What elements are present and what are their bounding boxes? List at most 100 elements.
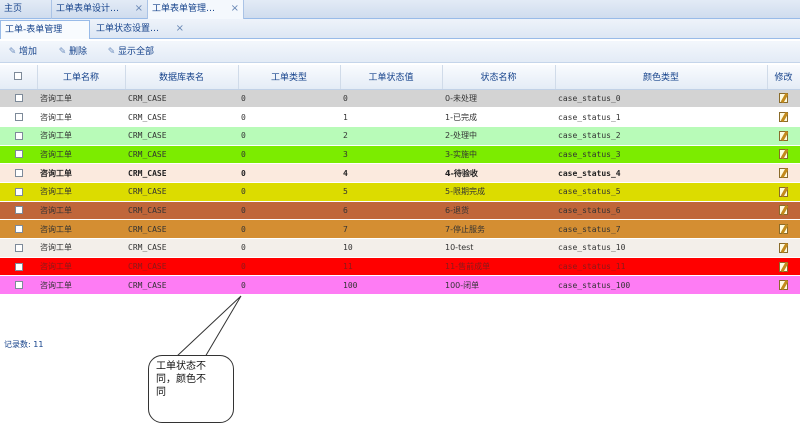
cell-color-type: case_status_5: [555, 182, 767, 202]
row-checkbox[interactable]: [0, 89, 37, 109]
edit-icon[interactable]: [767, 145, 800, 165]
cell-table: CRM_CASE: [125, 126, 238, 146]
close-icon[interactable]: ×: [135, 0, 143, 18]
cell-name: 咨询工单: [37, 107, 125, 127]
table-row[interactable]: 咨询工单 CRM_CASE 0 3 3-实施中 case_status_3: [0, 145, 800, 165]
col-header-name[interactable]: 工单名称: [37, 65, 126, 90]
close-icon[interactable]: ×: [231, 0, 239, 18]
table-row[interactable]: 咨询工单 CRM_CASE 0 0 0-未处理 case_status_0: [0, 89, 800, 109]
annotation-callout: 工单状态不 同，颜色不 同: [148, 355, 234, 423]
row-checkbox[interactable]: [0, 163, 37, 183]
cell-status-value: 2: [340, 126, 442, 146]
edit-icon[interactable]: [767, 201, 800, 221]
tab-form-manage[interactable]: 工单表单管理… ×: [148, 0, 244, 19]
cell-type: 0: [238, 126, 340, 146]
show-all-button-label: 显示全部: [118, 47, 155, 57]
cell-color-type: case_status_7: [555, 219, 767, 239]
cell-status-name: 10-test: [442, 238, 555, 258]
row-checkbox[interactable]: [0, 238, 37, 258]
add-button[interactable]: ✎ 增加: [8, 45, 37, 59]
row-checkbox[interactable]: [0, 219, 37, 239]
row-checkbox[interactable]: [0, 107, 37, 127]
cell-type: 0: [238, 163, 340, 183]
cell-status-name: 4-待验收: [442, 163, 555, 183]
grid-body: 咨询工单 CRM_CASE 0 0 0-未处理 case_status_0 咨询工单 CRM_…: [0, 89, 800, 296]
cell-name: 咨询工单: [37, 201, 125, 221]
edit-icon[interactable]: [767, 89, 800, 109]
show-all-button[interactable]: ✎ 显示全部: [107, 45, 154, 59]
col-header-status-name[interactable]: 状态名称: [442, 65, 556, 90]
table-row[interactable]: 咨询工单 CRM_CASE 0 1 1-已完成 case_status_1: [0, 107, 800, 127]
cell-status-name: 2-处理中: [442, 126, 555, 146]
cell-status-value: 10: [340, 238, 442, 258]
cell-type: 0: [238, 89, 340, 109]
cell-name: 咨询工单: [37, 163, 125, 183]
cell-name: 咨询工单: [37, 257, 125, 277]
table-row[interactable]: 咨询工单 CRM_CASE 0 10 10-test case_status_10: [0, 238, 800, 258]
cell-type: 0: [238, 145, 340, 165]
add-icon: ✎: [8, 47, 17, 57]
edit-icon[interactable]: [767, 275, 800, 296]
edit-icon[interactable]: [767, 163, 800, 183]
row-checkbox[interactable]: [0, 275, 37, 296]
edit-icon[interactable]: [767, 219, 800, 239]
row-checkbox[interactable]: [0, 145, 37, 165]
col-header-status-value[interactable]: 工单状态值: [340, 65, 443, 90]
tab-form-manage-label: 工单表单管理…: [152, 4, 216, 14]
cell-color-type: case_status_10: [555, 238, 767, 258]
table-row[interactable]: 咨询工单 CRM_CASE 0 6 6-退货 case_status_6: [0, 201, 800, 221]
cell-status-value: 3: [340, 145, 442, 165]
row-checkbox[interactable]: [0, 257, 37, 277]
table-row[interactable]: 咨询工单 CRM_CASE 0 2 2-处理中 case_status_2: [0, 126, 800, 146]
table-row[interactable]: 咨询工单 CRM_CASE 0 11 11-售前成单 case_status_11: [0, 257, 800, 277]
cell-status-value: 4: [340, 163, 442, 183]
col-header-table[interactable]: 数据库表名: [125, 65, 239, 90]
cell-name: 咨询工单: [37, 126, 125, 146]
cell-status-value: 1: [340, 107, 442, 127]
col-header-edit: 修改: [767, 65, 800, 90]
cell-color-type: case_status_0: [555, 89, 767, 109]
subtab-status-settings[interactable]: 工单状态设置… ×: [92, 20, 188, 39]
cell-color-type: case_status_11: [555, 257, 767, 277]
edit-icon[interactable]: [767, 238, 800, 258]
col-header-color-type[interactable]: 颜色类型: [555, 65, 768, 90]
cell-color-type: case_status_100: [555, 275, 767, 296]
col-header-type[interactable]: 工单类型: [238, 65, 341, 90]
cell-type: 0: [238, 257, 340, 277]
table-row[interactable]: 咨询工单 CRM_CASE 0 5 5-限期完成 case_status_5: [0, 182, 800, 202]
select-all-checkbox[interactable]: [0, 65, 38, 90]
edit-icon[interactable]: [767, 182, 800, 202]
table-row[interactable]: 咨询工单 CRM_CASE 0 7 7-停止服务 case_status_7: [0, 219, 800, 239]
cell-table: CRM_CASE: [125, 201, 238, 221]
cell-type: 0: [238, 238, 340, 258]
row-checkbox[interactable]: [0, 126, 37, 146]
cell-status-name: 3-实施中: [442, 145, 555, 165]
record-count: 记录数: 11: [4, 340, 44, 349]
cell-name: 咨询工单: [37, 182, 125, 202]
tab-form-design[interactable]: 工单表单设计… ×: [52, 0, 148, 19]
cell-table: CRM_CASE: [125, 257, 238, 277]
cell-name: 咨询工单: [37, 238, 125, 258]
cell-table: CRM_CASE: [125, 89, 238, 109]
cell-name: 咨询工单: [37, 89, 125, 109]
edit-icon[interactable]: [767, 257, 800, 277]
close-icon[interactable]: ×: [176, 20, 184, 38]
cell-status-name: 0-未处理: [442, 89, 555, 109]
cell-type: 0: [238, 107, 340, 127]
row-checkbox[interactable]: [0, 182, 37, 202]
row-checkbox[interactable]: [0, 201, 37, 221]
subtab-form-manage[interactable]: 工单-表单管理: [0, 20, 90, 39]
edit-icon[interactable]: [767, 107, 800, 127]
cell-table: CRM_CASE: [125, 238, 238, 258]
cell-table: CRM_CASE: [125, 145, 238, 165]
tab-home[interactable]: 主页: [0, 0, 52, 19]
edit-icon[interactable]: [767, 126, 800, 146]
cell-type: 0: [238, 201, 340, 221]
tab-home-label: 主页: [4, 4, 23, 14]
tab-form-design-label: 工单表单设计…: [56, 4, 120, 14]
cell-type: 0: [238, 275, 340, 296]
delete-button[interactable]: ✎ 删除: [58, 45, 87, 59]
table-row[interactable]: 咨询工单 CRM_CASE 0 100 100-闭单 case_status_100: [0, 275, 800, 296]
table-row[interactable]: 咨询工单 CRM_CASE 0 4 4-待验收 case_status_4: [0, 163, 800, 183]
status-grid: 工单名称 数据库表名 工单类型 工单状态值 状态名称 颜色类型 修改 咨询工单 C…: [0, 65, 800, 296]
